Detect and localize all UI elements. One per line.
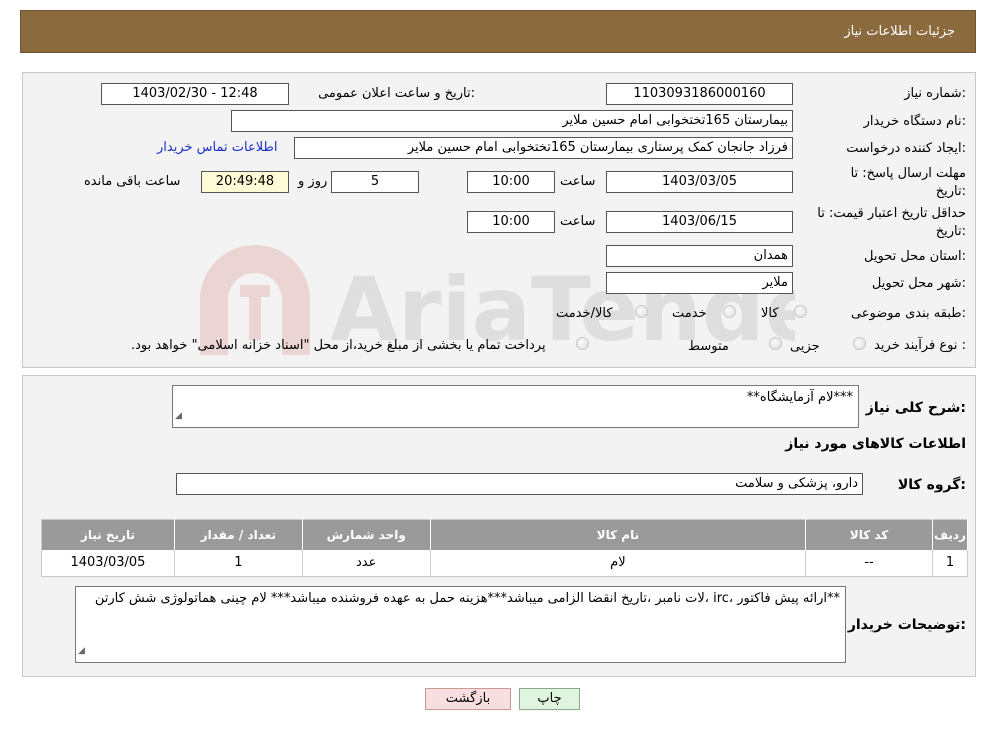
need-summary-textarea[interactable]: ***لام آزمایشگاه** ◢: [172, 385, 859, 428]
deadline-time-field: 10:00: [467, 171, 555, 193]
goods-group-field: دارو، پزشکی و سلامت: [176, 473, 863, 495]
deadline-time-label: ساعت: [560, 174, 596, 189]
creator-label: ایجاد کننده درخواست:: [846, 141, 966, 156]
category-service-label: خدمت: [672, 306, 707, 321]
deadline-label-date: تاریخ:: [935, 184, 966, 199]
buyer-contact-link[interactable]: اطلاعات تماس خریدار: [157, 140, 277, 155]
cell-quantity: 1: [174, 549, 303, 577]
category-goods-label: کالا: [761, 306, 779, 321]
resize-grip-icon[interactable]: ◢: [175, 407, 182, 425]
resize-grip-icon[interactable]: ◢: [78, 642, 85, 660]
print-button[interactable]: چاپ: [519, 688, 580, 710]
goods-table-header: تاریخ نیاز تعداد / مقدار واحد شمارش نام …: [41, 519, 969, 550]
validity-time-field: 10:00: [467, 211, 555, 233]
category-service-radio[interactable]: [723, 305, 736, 318]
buyer-notes-label: توضیحات خریدار:: [847, 617, 966, 633]
cell-item-code: --: [805, 549, 933, 577]
creator-field: فرزاد جانجان کمک پرستاری بیمارستان 165تخ…: [294, 137, 793, 159]
col-unit: واحد شمارش: [302, 519, 431, 550]
col-row: ردیف: [932, 519, 969, 550]
remaining-time-field: 20:49:48: [201, 171, 289, 193]
category-label: طبقه بندی موضوعی:: [850, 306, 966, 321]
city-label: شهر محل تحویل:: [871, 276, 966, 291]
validity-label: حداقل تاریخ اعتبار قیمت: تا: [817, 206, 966, 221]
payment-note: پرداخت تمام یا بخشی از مبلغ خرید،از محل …: [131, 338, 546, 353]
process-label: نوع فرآیند خرید :: [874, 338, 966, 353]
col-need-date: تاریخ نیاز: [41, 519, 175, 550]
validity-label-date: تاریخ:: [935, 224, 966, 239]
remaining-time-label: ساعت باقی مانده: [84, 174, 181, 189]
province-label: استان محل تحویل:: [864, 249, 966, 264]
back-button[interactable]: بازگشت: [425, 688, 511, 710]
announce-datetime-label: تاریخ و ساعت اعلان عمومی:: [318, 86, 475, 101]
process-minor-radio[interactable]: [853, 337, 866, 350]
need-summary-label: شرح کلی نیاز:: [865, 400, 966, 416]
process-medium-radio[interactable]: [769, 337, 782, 350]
deadline-date-field: 1403/03/05: [606, 171, 793, 193]
buyer-notes-text: **ارائه پیش فاکتور ،irc ،لات نامبر ،تاری…: [94, 591, 840, 606]
cell-need-date: 1403/03/05: [41, 549, 175, 577]
page-header: جزئیات اطلاعات نیاز: [20, 10, 976, 53]
days-label: روز و: [298, 174, 328, 189]
category-goods-radio[interactable]: [794, 305, 807, 318]
col-item-code: کد کالا: [805, 519, 933, 550]
days-field: 5: [331, 171, 419, 193]
cell-unit: عدد: [302, 549, 431, 577]
table-row: 1403/03/05 1 عدد لام -- 1: [41, 549, 969, 577]
page-title: جزئیات اطلاعات نیاز: [844, 24, 955, 39]
validity-date-field: 1403/06/15: [606, 211, 793, 233]
col-item-name: نام کالا: [430, 519, 807, 550]
buyer-notes-textarea[interactable]: **ارائه پیش فاکتور ،irc ،لات نامبر ،تاری…: [75, 586, 846, 663]
goods-section-title: اطلاعات کالاهای مورد نیاز: [785, 436, 966, 452]
need-number-field: 1103093186000160: [606, 83, 793, 105]
process-medium-label: متوسط: [688, 339, 729, 354]
cell-item-name: لام: [430, 549, 807, 577]
goods-table: تاریخ نیاز تعداد / مقدار واحد شمارش نام …: [41, 519, 969, 577]
payment-treasury-radio[interactable]: [576, 337, 589, 350]
validity-time-label: ساعت: [560, 214, 596, 229]
buyer-org-field: بیمارستان 165تختخوابی امام حسین ملایر: [231, 110, 793, 132]
need-summary-text: ***لام آزمایشگاه**: [746, 390, 853, 405]
process-minor-label: جزیی: [790, 339, 820, 354]
category-goods-service-radio[interactable]: [635, 305, 648, 318]
goods-group-label: گروه کالا:: [897, 477, 966, 493]
cell-row: 1: [932, 549, 969, 577]
need-number-label: شماره نیاز:: [904, 86, 966, 101]
deadline-label: مهلت ارسال پاسخ: تا: [850, 166, 966, 181]
announce-datetime-field: 1403/02/30 - 12:48: [101, 83, 289, 105]
col-quantity: تعداد / مقدار: [174, 519, 303, 550]
province-field: همدان: [606, 245, 793, 267]
buyer-org-label: نام دستگاه خریدار:: [863, 114, 966, 129]
city-field: ملایر: [606, 272, 793, 294]
category-goods-service-label: کالا/خدمت: [556, 306, 613, 321]
